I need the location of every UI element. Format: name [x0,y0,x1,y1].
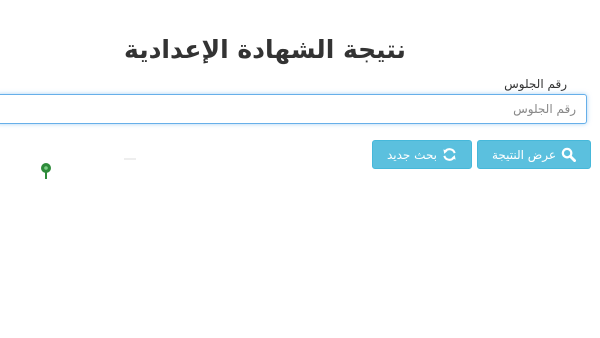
search-icon [561,147,577,162]
page-title: نتيجة الشهادة الإعدادية [124,35,406,64]
show-result-button[interactable]: عرض النتيجة [477,140,591,169]
map-pin-icon [40,162,52,184]
show-result-label: عرض النتيجة [491,147,557,162]
page: نتيجة الشهادة الإعدادية رقم الجلوس عرض ا… [0,0,600,338]
new-search-button[interactable]: بحث جديد [372,140,472,169]
faint-mark [124,158,136,160]
seat-number-input[interactable] [0,94,587,124]
new-search-label: بحث جديد [386,147,438,162]
refresh-icon [442,147,457,162]
seat-number-label: رقم الجلوس [504,77,567,91]
